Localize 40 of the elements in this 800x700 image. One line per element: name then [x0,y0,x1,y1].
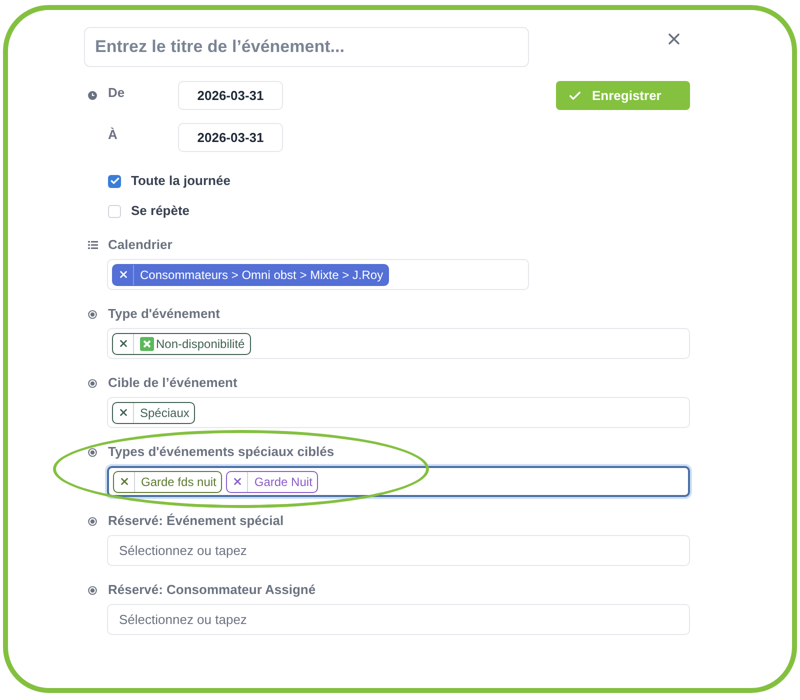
clock-icon [88,91,97,100]
tag-label: Non-disponibilité [156,336,245,352]
checkbox[interactable] [108,174,121,188]
field-label: Cible de l’événement [108,374,238,392]
tag-label: Garde Nuit [254,474,312,490]
select-field[interactable]: Garde fds nuit Garde Nuit [107,466,690,497]
tag-label: Spéciaux [140,404,190,422]
check-icon [568,88,582,102]
close-icon [118,269,128,280]
select-field[interactable]: Spéciaux [107,397,690,428]
date-label: De [108,84,126,102]
checkbox-label: Toute la journée [131,172,230,190]
field-label: Réservé: Événement spécial [108,512,284,530]
list-icon [88,241,98,249]
radio-icon [88,448,97,456]
date-label: À [108,126,118,144]
close-icon [118,407,128,418]
select-field[interactable]: Consommateurs > Omni obst > Mixte > J.Roy [107,259,529,290]
date-field[interactable]: 2026-03-31 [178,81,283,110]
date-field[interactable]: 2026-03-31 [178,123,283,152]
field-label: Types d'événements spéciaux ciblés [108,443,334,462]
field-label: Type d'événement [108,305,220,324]
radio-icon [88,516,97,526]
select-field[interactable]: Sélectionnez ou tapez [107,535,690,566]
tag-label: Consommateurs > Omni obst > Mixte > J.Roy [140,266,384,284]
title-field[interactable]: Entrez le titre de l’événement... [84,27,529,67]
radio-icon [88,310,97,318]
field-label: Réservé: Consommateur Assigné [108,581,316,600]
checkbox[interactable] [108,204,121,218]
close-icon [118,476,130,487]
radio-icon [88,586,97,594]
checkbox-label: Se répète [131,202,190,220]
radio-icon [88,378,97,388]
tag-label: Garde fds nuit [141,474,216,490]
select-field[interactable]: Sélectionnez ou tapez [107,604,690,635]
cross-box-icon [140,336,154,350]
close-icon [232,476,243,487]
close-icon [118,338,128,349]
select-field[interactable]: Non-disponibilité [107,328,690,359]
field-label: Calendrier [108,236,172,254]
